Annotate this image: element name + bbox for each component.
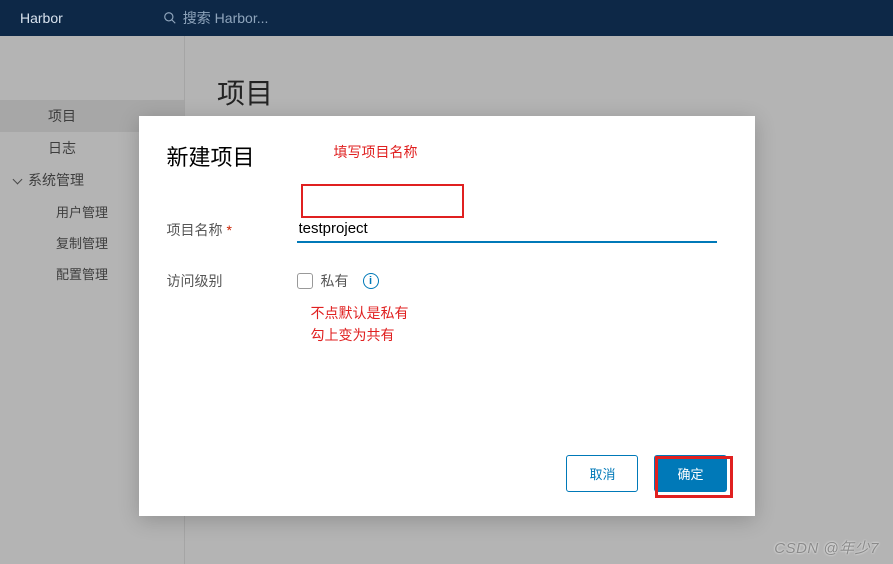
watermark: CSDN @年少7	[774, 537, 879, 558]
checkbox-private[interactable]	[297, 273, 313, 289]
checkbox-private-label: 私有	[321, 271, 349, 291]
annotation-access-hint: 不点默认是私有 勾上变为共有	[311, 302, 409, 347]
annotation-title-hint: 填写项目名称	[334, 142, 418, 162]
global-search[interactable]: 搜索 Harbor...	[163, 8, 269, 28]
row-access-level: 访问级别 私有 i	[167, 271, 727, 291]
brand-label: Harbor	[20, 10, 63, 26]
annotation-input-highlight	[301, 184, 464, 218]
cancel-button[interactable]: 取消	[566, 455, 638, 492]
confirm-button[interactable]: 确定	[654, 455, 726, 492]
info-icon[interactable]: i	[363, 273, 379, 289]
search-placeholder: 搜索 Harbor...	[183, 8, 269, 28]
modal-overlay: 新建项目 填写项目名称 项目名称* 访问级别 私有 i 不点默认是私有 勾上变为…	[0, 36, 893, 564]
label-project-name: 项目名称*	[167, 220, 297, 240]
new-project-modal: 新建项目 填写项目名称 项目名称* 访问级别 私有 i 不点默认是私有 勾上变为…	[139, 116, 755, 516]
search-icon	[163, 11, 177, 25]
top-bar: Harbor 搜索 Harbor...	[0, 0, 893, 36]
input-project-name[interactable]	[297, 216, 717, 243]
modal-footer: 取消 确定	[167, 345, 727, 492]
modal-title: 新建项目	[167, 140, 727, 172]
required-asterisk: *	[227, 222, 232, 238]
row-project-name: 项目名称*	[167, 216, 727, 243]
label-access-level: 访问级别	[167, 271, 297, 291]
